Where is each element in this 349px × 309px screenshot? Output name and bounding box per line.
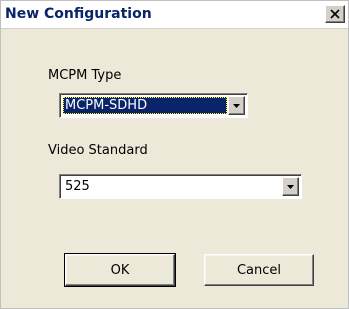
title-bar[interactable]: New Configuration: [1, 1, 348, 29]
video-standard-dropdown-button[interactable]: [282, 177, 299, 196]
mcpm-type-value: MCPM-SDHD: [63, 97, 227, 114]
video-standard-value: 525: [65, 179, 90, 194]
window-title: New Configuration: [5, 6, 152, 22]
new-configuration-dialog: New Configuration MCPM Type MCPM-SDHD Vi…: [0, 0, 349, 309]
mcpm-type-select[interactable]: MCPM-SDHD: [59, 93, 248, 118]
mcpm-type-label: MCPM Type: [48, 68, 122, 83]
cancel-button[interactable]: Cancel: [204, 254, 314, 286]
chevron-down-icon: [287, 184, 294, 189]
chevron-down-icon: [233, 103, 240, 108]
mcpm-type-dropdown-button[interactable]: [228, 96, 245, 115]
video-standard-select[interactable]: 525: [59, 174, 302, 199]
dialog-body: MCPM Type MCPM-SDHD Video Standard 525 O…: [1, 29, 348, 308]
ok-button[interactable]: OK: [64, 253, 176, 287]
close-icon: [330, 9, 340, 19]
video-standard-label: Video Standard: [48, 143, 148, 158]
close-button[interactable]: [325, 5, 345, 23]
